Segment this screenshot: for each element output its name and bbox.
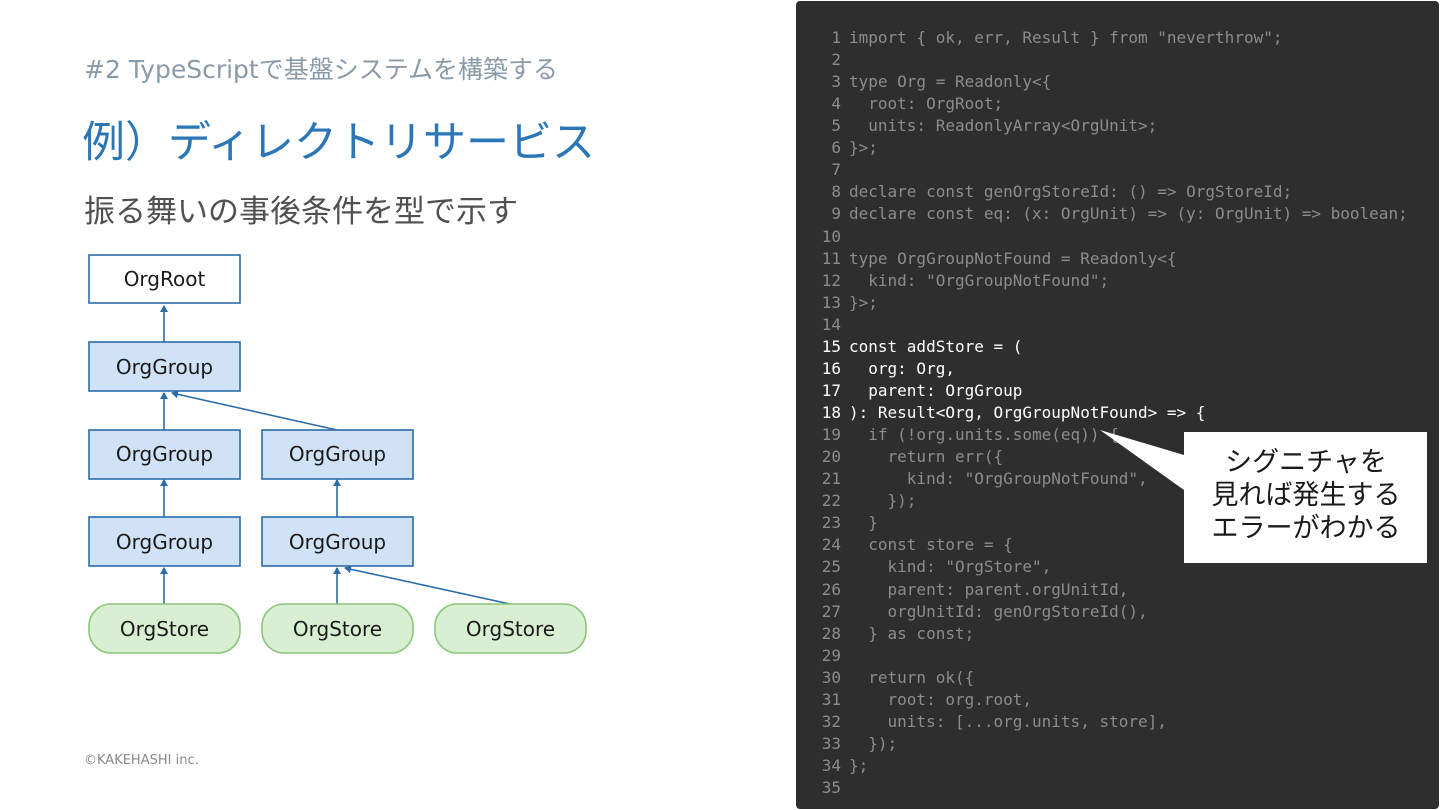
callout-line-2: 見れば発生する xyxy=(1211,480,1401,511)
callout-pointer xyxy=(1100,430,1184,490)
callout-line-3: エラーがわかる xyxy=(1211,513,1401,544)
callout-bubble xyxy=(1100,430,1427,563)
callout-text: シグニチャを 見れば発生する エラーがわかる xyxy=(1185,446,1427,545)
callout-line-1: シグニチャを xyxy=(1225,447,1387,478)
